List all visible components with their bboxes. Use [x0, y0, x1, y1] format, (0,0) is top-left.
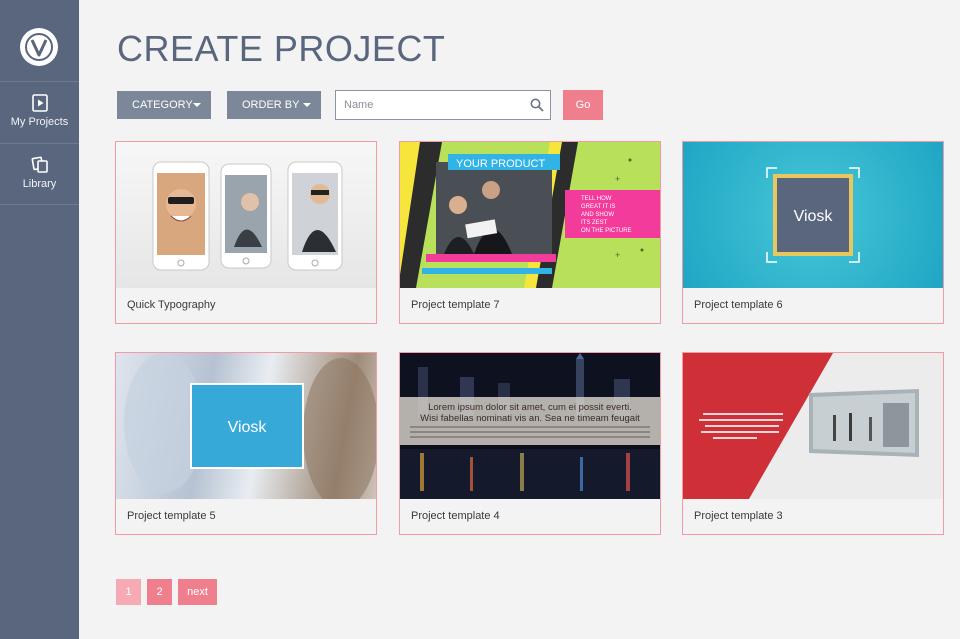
search-box	[335, 90, 551, 120]
project-title: Project template 3	[694, 510, 783, 522]
project-card[interactable]: Project template 3	[682, 352, 944, 535]
viosk-brand-text: Viosk	[228, 419, 268, 436]
project-card[interactable]: Viosk Project template 6	[682, 141, 944, 324]
project-card[interactable]: Quick Typography	[115, 141, 377, 324]
sidebar: My Projects Library	[0, 0, 79, 639]
sidebar-item-label: Library	[22, 178, 57, 190]
search-icon[interactable]	[530, 98, 544, 112]
project-title: Project template 7	[411, 299, 500, 311]
project-title: Quick Typography	[127, 299, 216, 311]
project-title: Project template 6	[694, 299, 783, 311]
sidebar-item-my-projects[interactable]: My Projects	[0, 81, 79, 143]
lorem-heading-text: Lorem ipsum dolor sit amet, cum ei possi…	[428, 402, 632, 413]
library-icon	[31, 156, 48, 173]
order-by-dropdown[interactable]: ORDER BY	[227, 91, 321, 119]
pagination-page-2[interactable]: 2	[147, 579, 172, 605]
pagination-next-button[interactable]: next	[178, 579, 217, 605]
project-thumbnail: Lorem ipsum dolor sit amet, cum ei possi…	[400, 353, 660, 499]
category-dropdown-label: CATEGORY	[132, 99, 193, 111]
project-thumbnail: Viosk	[683, 142, 943, 288]
tell-how-text: AND SHOW	[581, 212, 614, 218]
lorem-heading-text: Wisi fabellas nominati vis an. Sea ne ti…	[420, 413, 640, 424]
chevron-down-icon	[193, 103, 201, 107]
project-card[interactable]: Viosk Project template 5	[115, 352, 377, 535]
search-input[interactable]	[336, 91, 516, 119]
svg-text:+: +	[615, 174, 620, 184]
chevron-down-icon	[303, 103, 311, 107]
tell-how-text: GREAT IT IS	[581, 204, 615, 210]
project-thumbnail	[116, 142, 376, 288]
tell-how-text: ITS ZEST	[581, 220, 608, 226]
project-title: Project template 5	[127, 510, 216, 522]
project-thumbnail: Viosk	[116, 353, 376, 499]
tell-how-text: ON THE PICTURE	[581, 228, 632, 234]
project-thumbnail: YOUR PRODUCT TELL HOW GREAT IT IS AND SH…	[400, 142, 660, 288]
your-product-text: YOUR PRODUCT	[456, 158, 546, 170]
viosk-logo-icon[interactable]	[20, 28, 58, 66]
sidebar-item-label: My Projects	[10, 116, 69, 128]
go-button[interactable]: Go	[563, 90, 603, 120]
project-card[interactable]: YOUR PRODUCT TELL HOW GREAT IT IS AND SH…	[399, 141, 661, 324]
order-by-dropdown-label: ORDER BY	[242, 99, 300, 111]
project-title: Project template 4	[411, 510, 500, 522]
svg-text:+: +	[615, 250, 620, 260]
category-dropdown[interactable]: CATEGORY	[117, 91, 211, 119]
pagination-page-1[interactable]: 1	[116, 579, 141, 605]
tell-how-text: TELL HOW	[581, 196, 612, 202]
project-thumbnail	[683, 353, 943, 499]
page-title: CREATE PROJECT	[117, 28, 446, 69]
play-file-icon	[31, 94, 48, 112]
project-card[interactable]: Lorem ipsum dolor sit amet, cum ei possi…	[399, 352, 661, 535]
viosk-brand-text: Viosk	[794, 208, 834, 225]
sidebar-item-library[interactable]: Library	[0, 143, 79, 205]
